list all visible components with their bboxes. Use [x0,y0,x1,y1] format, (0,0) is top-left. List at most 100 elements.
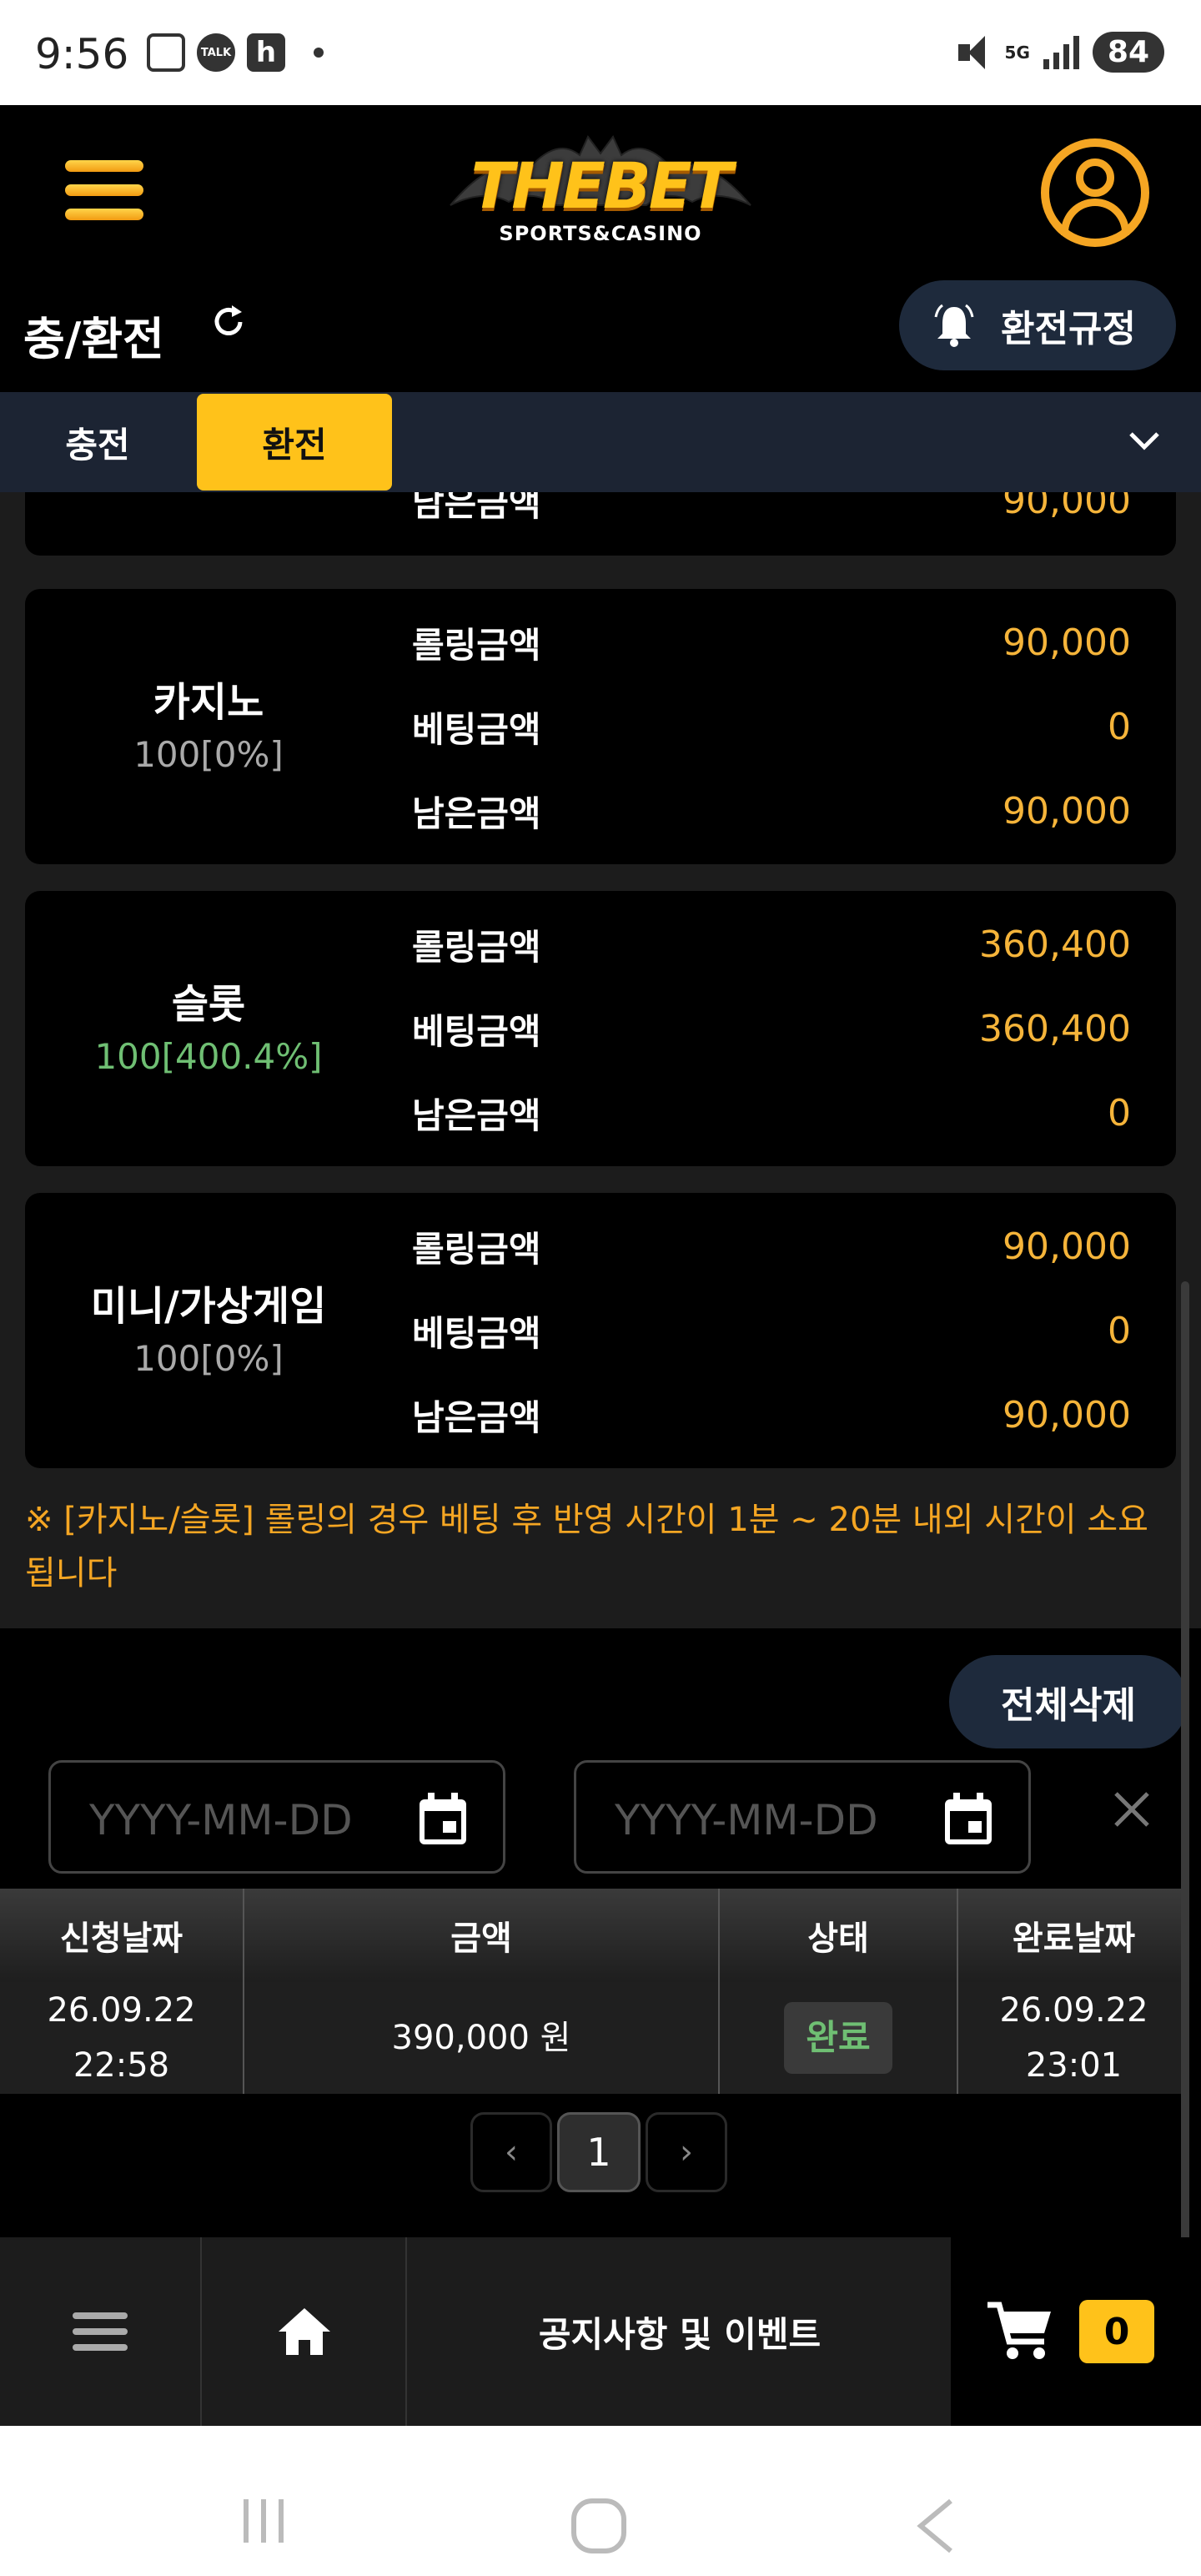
home-nav-icon[interactable] [569,2496,629,2556]
calendar-icon[interactable] [416,1791,470,1848]
rolling-content: 남은금액 90,000 카지노 100[0%] 롤링금액 90,000 베팅금액 0… [0,492,1201,1628]
tab-charge[interactable]: 충전 [0,392,195,492]
home-icon [279,2308,330,2355]
bottom-home-button[interactable] [204,2237,407,2426]
prev-page-button[interactable]: ‹ [470,2112,552,2192]
tab-exchange[interactable]: 환전 [197,394,392,491]
date-to-field[interactable] [574,1760,1031,1874]
rolling-card-minigame: 미니/가상게임 100[0%] 롤링금액 90,000 베팅금액 0 남은금액 90,… [25,1193,1176,1468]
logo[interactable]: THEBET SPORTS&CASINO [442,130,759,247]
status-notification-icons: TALK h [147,33,324,72]
date-from-field[interactable] [48,1760,505,1874]
page-title: 충/환전 [23,313,164,365]
row-value: 360,400 [979,923,1131,966]
app-header: THEBET SPORTS&CASINO [0,105,1201,272]
row-label: 남은금액 [412,792,541,834]
complete-date: 26.09.22 [999,1991,1148,2030]
close-icon[interactable] [1113,1790,1151,1829]
request-date: 26.09.22 [47,1991,196,2030]
bottom-bar: 공지사항 및 이벤트 0 [0,2237,1189,2426]
row-label: 롤링금액 [412,624,541,666]
page-button-current[interactable]: 1 [557,2112,641,2192]
cart-icon [987,2302,1051,2359]
menu-icon[interactable] [65,160,143,220]
complete-time: 23:01 [1025,2046,1123,2085]
table-row: 26.09.22 22:58 390,000 원 완료 26.09.22 23:… [0,1982,1189,2094]
row-value: 360,400 [979,1007,1131,1050]
rolling-card-casino: 카지노 100[0%] 롤링금액 90,000 베팅금액 0 남은금액 90,000 [25,589,1176,864]
screenshot-icon [147,33,185,72]
row-value: 90,000 [1003,621,1131,664]
rolling-card-slot: 슬롯 100[400.4%] 롤링금액 360,400 베팅금액 360,400 남… [25,891,1176,1166]
mute-icon [955,34,992,71]
rolling-card-partial: 남은금액 90,000 [25,492,1176,556]
category-percent: 100[400.4%] [94,1036,323,1077]
pagination: ‹ 1 › [470,2112,727,2192]
bottom-cart-button[interactable]: 0 [951,2237,1189,2426]
amount-cell: 390,000 원 [244,1982,720,2094]
back-icon[interactable] [914,2498,956,2554]
rolling-row: 남은금액 90,000 [412,492,1131,542]
column-header: 상태 [719,1889,958,1982]
status-cell: 완료 [719,1982,958,2094]
row-value: 90,000 [1003,1393,1131,1436]
battery-indicator: 84 [1092,32,1164,73]
category-name: 미니/가상게임 [90,1283,327,1330]
date-from-input[interactable] [89,1791,406,1849]
menu-icon [73,2312,128,2351]
category-percent: 100[0%] [133,734,284,775]
row-label: 남은금액 [412,1094,541,1136]
column-header: 신청날짜 [0,1889,244,1982]
category-percent: 100[0%] [133,1338,284,1379]
date-to-input[interactable] [615,1791,932,1849]
exchange-rules-label: 환전규정 [1001,308,1136,350]
table-header-row: 신청날짜 금액 상태 완료날짜 [0,1889,1189,1982]
exchange-rules-button[interactable]: 환전규정 [899,280,1176,370]
row-value: 90,000 [1003,789,1131,833]
status-time: 9:56 [35,30,129,78]
user-account-icon[interactable] [1041,138,1149,247]
h-app-icon: h [247,33,285,72]
row-label: 남은금액 [412,492,541,524]
cart-count-badge: 0 [1079,2300,1154,2363]
complete-date-cell: 26.09.22 23:01 [957,1982,1189,2094]
bell-icon [934,304,974,347]
row-label: 베팅금액 [412,1312,541,1354]
delete-all-button[interactable]: 전체삭제 [949,1655,1188,1748]
next-page-button[interactable]: › [646,2112,727,2192]
row-label: 남은금액 [412,1396,541,1438]
row-label: 롤링금액 [412,1228,541,1270]
refresh-icon[interactable] [210,304,247,340]
chevron-down-icon[interactable] [1128,429,1161,454]
logo-subtitle: SPORTS&CASINO [499,222,702,245]
request-time: 22:58 [73,2046,170,2085]
bottom-notice-button[interactable]: 공지사항 및 이벤트 [409,2237,951,2426]
system-navigation-bar [0,2426,1201,2576]
tab-bar: 충전 환전 [0,392,1201,492]
row-value: 90,000 [1003,1225,1131,1268]
column-header: 금액 [244,1889,720,1982]
status-system-icons: 5G 84 [955,32,1164,73]
row-value: 0 [1108,1309,1131,1352]
request-date-cell: 26.09.22 22:58 [0,1982,244,2094]
recent-apps-icon[interactable] [239,2496,289,2546]
signal-icon [1043,35,1079,69]
logo-title: THEBET [470,148,732,223]
exchange-history-table: 신청날짜 금액 상태 완료날짜 26.09.22 22:58 390,000 원… [0,1889,1189,2094]
calendar-icon[interactable] [942,1791,995,1848]
row-label: 베팅금액 [412,1010,541,1052]
category-name: 카지노 [153,679,264,726]
row-label: 베팅금액 [412,708,541,750]
category-name: 슬롯 [171,981,246,1028]
row-label: 롤링금액 [412,926,541,968]
network-type: 5G [1004,42,1030,63]
row-value: 90,000 [1003,492,1131,522]
rolling-notice: ※ [카지노/슬롯] 롤링의 경우 베팅 후 반영 시간이 1분 ~ 20분 내… [25,1501,1148,1592]
row-value: 0 [1108,705,1131,748]
talk-icon: TALK [197,33,235,72]
more-notifications-dot [314,48,324,58]
column-header: 완료날짜 [957,1889,1189,1982]
status-badge: 완료 [784,2002,892,2074]
bottom-menu-button[interactable] [0,2237,202,2426]
row-value: 0 [1108,1091,1131,1135]
